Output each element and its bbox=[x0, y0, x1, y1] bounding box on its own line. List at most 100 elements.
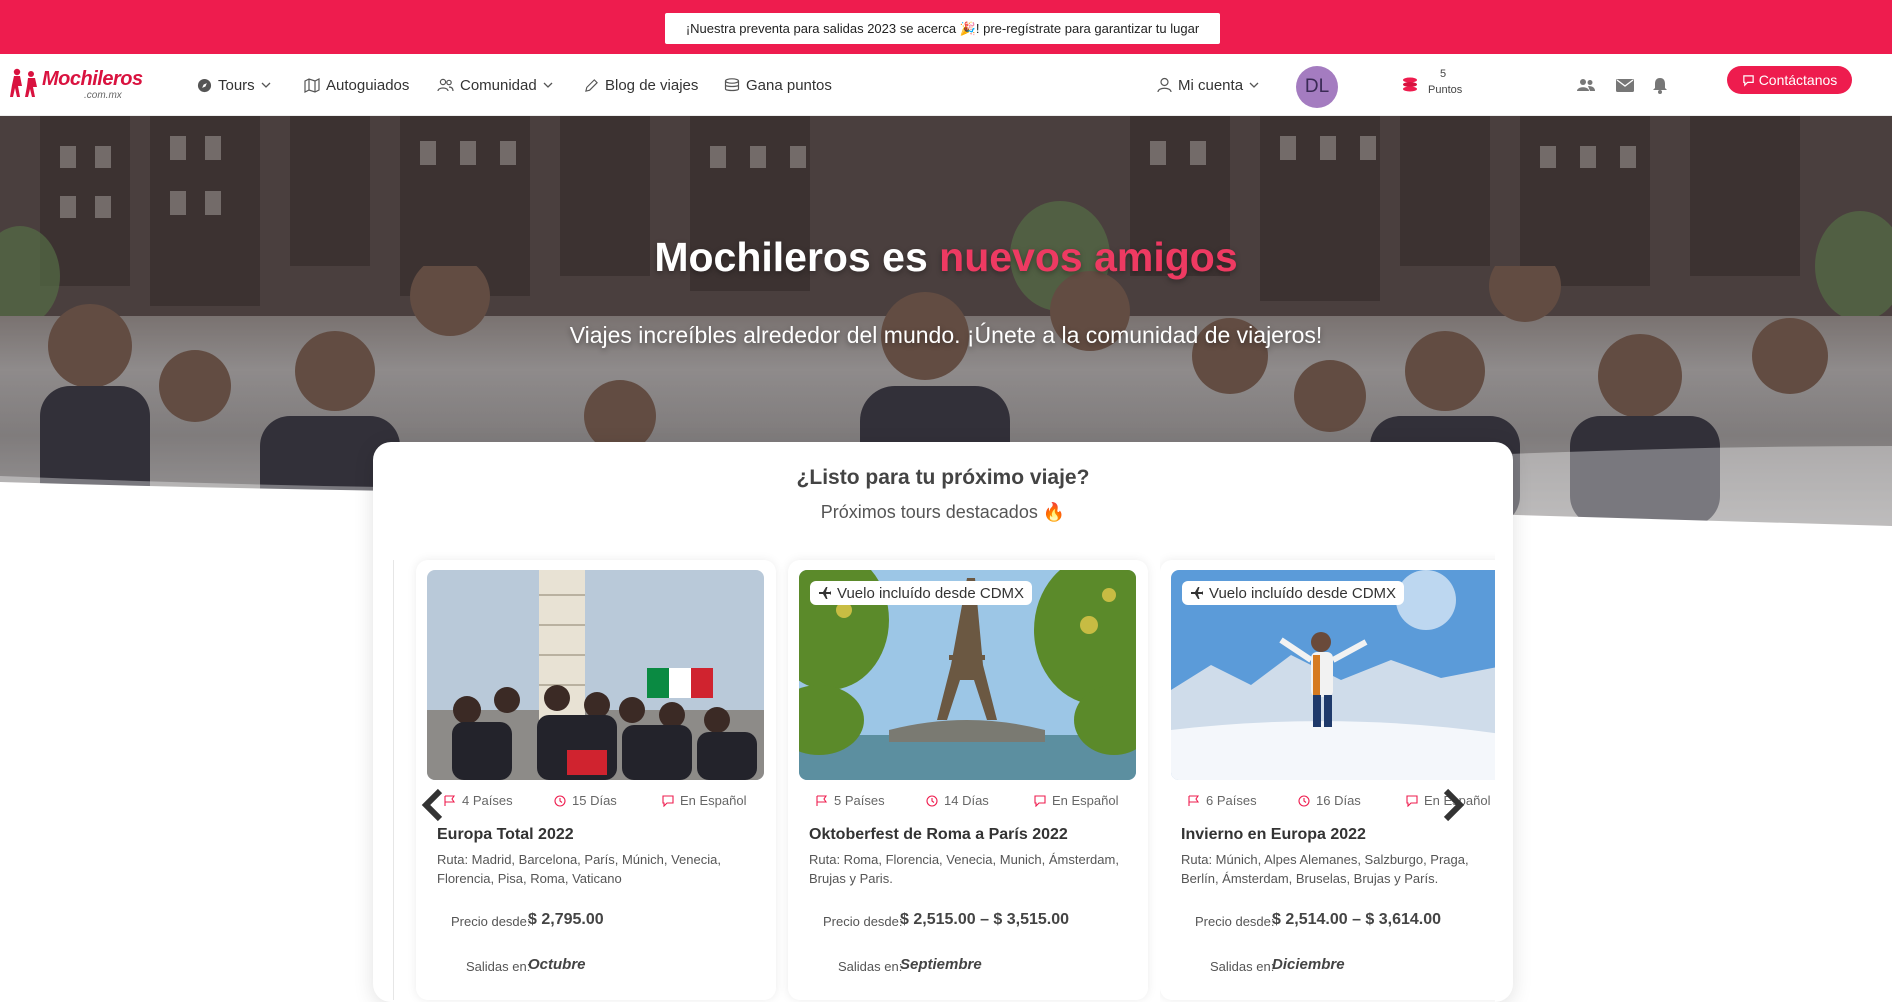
points-value: 5 bbox=[1440, 68, 1447, 80]
coins-icon bbox=[1403, 77, 1417, 92]
tour-days: 16 Días bbox=[1298, 793, 1361, 808]
clock-icon bbox=[554, 794, 566, 807]
tour-departure-label: Salidas en: bbox=[466, 959, 531, 974]
tour-days: 14 Días bbox=[926, 793, 989, 808]
tour-name[interactable]: Europa Total 2022 bbox=[437, 826, 574, 844]
mail-icon[interactable] bbox=[1614, 74, 1636, 96]
tour-photo: Vuelo incluído desde CDMX bbox=[799, 570, 1136, 780]
flight-included-label: Vuelo incluído desde CDMX bbox=[1209, 584, 1397, 602]
bell-icon[interactable] bbox=[1649, 74, 1671, 96]
tour-price-label: Precio desde: bbox=[1195, 914, 1275, 929]
tour-price-label: Precio desde: bbox=[823, 914, 903, 929]
tour-price: $ 2,795.00 bbox=[528, 911, 604, 928]
tour-route: Ruta: Múnich, Alpes Alemanes, Salzburgo,… bbox=[1181, 852, 1469, 886]
tour-days-label: 14 Días bbox=[944, 793, 989, 808]
flag-icon bbox=[1188, 794, 1200, 806]
tour-countries: 4 Países bbox=[444, 793, 513, 808]
nav-gana-puntos[interactable]: Gana puntos bbox=[724, 54, 832, 116]
tour-days: 15 Días bbox=[554, 793, 617, 808]
nav-gana-puntos-label: Gana puntos bbox=[746, 76, 832, 94]
nav-tours[interactable]: Tours bbox=[197, 54, 271, 116]
brand-name: Mochileros bbox=[42, 68, 143, 90]
hero-subtitle: Viajes increíbles alrededor del mundo. ¡… bbox=[569, 322, 1323, 348]
carousel-clip: Vuelo incluído desde CDMX 6 Países 16 Dí… bbox=[1160, 550, 1495, 1002]
chevron-left-icon[interactable] bbox=[420, 788, 446, 822]
contact-button[interactable]: Contáctanos bbox=[1727, 66, 1852, 94]
chat-icon bbox=[1406, 794, 1418, 807]
flight-included-label: Vuelo incluído desde CDMX bbox=[837, 584, 1025, 602]
tour-name[interactable]: Invierno en Europa 2022 bbox=[1181, 826, 1366, 844]
nav-comunidad-label: Comunidad bbox=[460, 76, 537, 94]
nav-comunidad[interactable]: Comunidad bbox=[437, 54, 553, 116]
nav-autoguiados-label: Autoguiados bbox=[326, 76, 410, 94]
tour-departure: Diciembre bbox=[1272, 956, 1345, 973]
chat-icon bbox=[1742, 74, 1754, 87]
tour-language-label: En Español bbox=[680, 793, 747, 808]
chevron-down-icon bbox=[543, 82, 553, 88]
tour-countries: 6 Países bbox=[1188, 793, 1257, 808]
user-avatar[interactable]: DL bbox=[1296, 66, 1338, 108]
chevron-down-icon bbox=[261, 82, 271, 88]
tour-card[interactable]: Vuelo incluído desde CDMX 5 Países 14 Dí… bbox=[788, 560, 1148, 1000]
points-label: Puntos bbox=[1428, 84, 1463, 96]
tour-card[interactable]: Vuelo incluído desde CDMX 6 Países 16 Dí… bbox=[1160, 560, 1495, 1000]
tour-name[interactable]: Oktoberfest de Roma a París 2022 bbox=[809, 826, 1068, 844]
flight-included-badge: Vuelo incluído desde CDMX bbox=[1182, 581, 1405, 605]
tour-card[interactable]: 4 Países 15 Días En Español Europa Total… bbox=[416, 560, 776, 1000]
tour-departure: Septiembre bbox=[900, 956, 982, 973]
tour-countries-label: 5 Países bbox=[834, 793, 885, 808]
featured-title: ¿Listo para tu próximo viaje? bbox=[796, 466, 1090, 489]
tour-route: Ruta: Roma, Florencia, Venecia, Munich, … bbox=[809, 852, 1119, 886]
tour-photo: Vuelo incluído desde CDMX bbox=[1171, 570, 1495, 780]
tour-meta: 4 Países 15 Días En Español bbox=[444, 793, 774, 813]
nav-mi-cuenta[interactable]: Mi cuenta bbox=[1157, 54, 1259, 116]
tour-meta: 5 Países 14 Días En Español bbox=[816, 793, 1146, 813]
friends-icon[interactable] bbox=[1575, 74, 1597, 96]
announcement-bar: ¡Nuestra preventa para salidas 2023 se a… bbox=[0, 0, 1892, 54]
plane-icon bbox=[819, 587, 831, 599]
backpackers-logo-icon bbox=[10, 68, 37, 97]
chevron-down-icon bbox=[1249, 82, 1259, 88]
flag-icon bbox=[816, 794, 828, 806]
nav-blog[interactable]: Blog de viajes bbox=[584, 54, 698, 116]
hero-title: Mochileros es nuevos amigos bbox=[0, 234, 1892, 281]
tour-photo bbox=[427, 570, 764, 780]
tour-countries: 5 Países bbox=[816, 793, 885, 808]
announcement-banner[interactable]: ¡Nuestra preventa para salidas 2023 se a… bbox=[665, 13, 1220, 44]
tour-route: Ruta: Madrid, Barcelona, París, Múnich, … bbox=[437, 852, 721, 886]
plane-icon bbox=[1191, 587, 1203, 599]
main-navbar: Mochileros .com.mx Tours Autoguiados Com… bbox=[0, 54, 1892, 116]
tour-language: En Español bbox=[662, 793, 747, 808]
tour-departure-label: Salidas en: bbox=[838, 959, 903, 974]
map-icon bbox=[304, 77, 320, 93]
tour-countries-label: 6 Países bbox=[1206, 793, 1257, 808]
chevron-right-icon[interactable] bbox=[1440, 788, 1466, 822]
user-icon bbox=[1157, 77, 1172, 93]
tour-price: $ 2,515.00 – $ 3,515.00 bbox=[900, 911, 1070, 928]
contact-button-label: Contáctanos bbox=[1758, 72, 1838, 88]
chat-icon bbox=[662, 794, 674, 807]
hero-title-main: Mochileros es bbox=[654, 234, 940, 280]
chat-icon bbox=[1034, 794, 1046, 807]
previous-card-edge bbox=[393, 560, 397, 1000]
clock-icon bbox=[926, 794, 938, 807]
brand-domain: .com.mx bbox=[84, 90, 122, 101]
tour-price-label: Precio desde: bbox=[451, 914, 531, 929]
people-icon bbox=[437, 78, 454, 92]
featured-subtitle: Próximos tours destacados 🔥 bbox=[820, 502, 1066, 522]
nav-tours-label: Tours bbox=[218, 76, 255, 94]
tour-departure: Octubre bbox=[528, 956, 586, 973]
nav-autoguiados[interactable]: Autoguiados bbox=[304, 54, 409, 116]
compass-icon bbox=[197, 78, 212, 92]
tour-days-label: 15 Días bbox=[572, 793, 617, 808]
tour-countries-label: 4 Países bbox=[462, 793, 513, 808]
tour-departure-label: Salidas en: bbox=[1210, 959, 1275, 974]
tour-language-label: En Español bbox=[1052, 793, 1119, 808]
flight-included-badge: Vuelo incluído desde CDMX bbox=[810, 581, 1033, 605]
coins-icon bbox=[724, 78, 740, 92]
tour-price: $ 2,514.00 – $ 3,614.00 bbox=[1272, 911, 1442, 928]
clock-icon bbox=[1298, 794, 1310, 807]
tour-language: En Español bbox=[1034, 793, 1119, 808]
tour-days-label: 16 Días bbox=[1316, 793, 1361, 808]
brand-logo[interactable]: Mochileros .com.mx bbox=[8, 64, 143, 104]
